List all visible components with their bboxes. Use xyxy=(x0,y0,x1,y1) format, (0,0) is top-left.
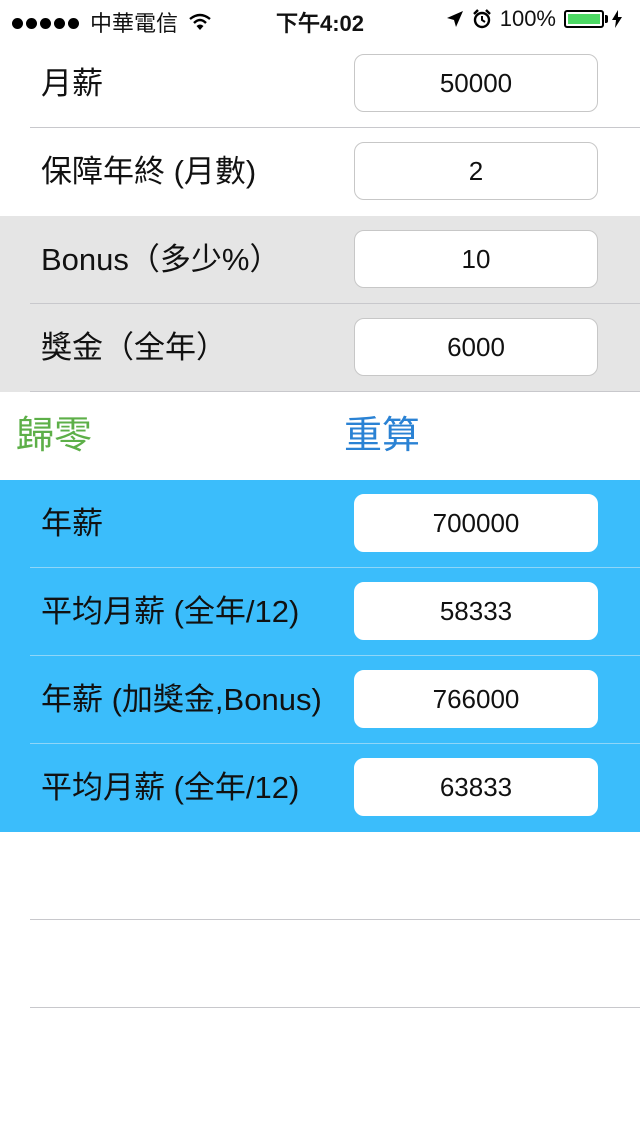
charging-bolt-icon xyxy=(612,10,622,28)
annual-bonus-label: 獎金（全年） xyxy=(41,330,227,365)
reset-button[interactable]: 歸零 xyxy=(16,392,92,480)
monthly-salary-label: 月薪 xyxy=(41,66,103,101)
annual-salary-value: 700000 xyxy=(354,494,598,552)
avg-monthly-salary-value: 58333 xyxy=(354,582,598,640)
result-row-avg-monthly-salary: 平均月薪 (全年/12) 58333 xyxy=(0,568,640,656)
battery-icon xyxy=(564,10,608,28)
recalculate-button[interactable]: 重算 xyxy=(344,392,420,480)
annual-salary-with-bonus-value: 766000 xyxy=(354,670,598,728)
bonus-percent-label: Bonus（多少%） xyxy=(41,242,281,277)
input-row-monthly-salary: 月薪 50000 xyxy=(0,40,640,128)
location-arrow-icon xyxy=(446,11,463,27)
avg-monthly-salary-with-bonus-value: 63833 xyxy=(354,758,598,816)
annual-bonus-input[interactable]: 6000 xyxy=(354,318,598,376)
monthly-salary-input[interactable]: 50000 xyxy=(354,54,598,112)
guaranteed-bonus-months-label: 保障年終 (月數) xyxy=(41,154,257,189)
guaranteed-bonus-months-input[interactable]: 2 xyxy=(354,142,598,200)
input-section-bonus: Bonus（多少%） 10 獎金（全年） 6000 xyxy=(0,216,640,392)
result-row-annual-salary-with-bonus: 年薪 (加獎金,Bonus) 766000 xyxy=(0,656,640,744)
input-section-top: 月薪 50000 保障年終 (月數) 2 xyxy=(0,40,640,216)
input-row-annual-bonus: 獎金（全年） 6000 xyxy=(0,304,640,392)
result-row-annual-salary: 年薪 700000 xyxy=(0,480,640,568)
status-bar: 中華電信 下午4:02 100% xyxy=(0,0,640,40)
input-row-bonus-percent: Bonus（多少%） 10 xyxy=(0,216,640,304)
results-section: 年薪 700000 平均月薪 (全年/12) 58333 年薪 (加獎金,Bon… xyxy=(0,480,640,832)
bonus-percent-input[interactable]: 10 xyxy=(354,230,598,288)
empty-row xyxy=(0,832,640,920)
row-divider xyxy=(30,1007,640,1008)
alarm-clock-icon xyxy=(472,9,491,29)
avg-monthly-salary-label: 平均月薪 (全年/12) xyxy=(41,594,300,629)
battery-percent: 100% xyxy=(499,6,556,31)
result-row-avg-monthly-salary-with-bonus: 平均月薪 (全年/12) 63833 xyxy=(0,744,640,832)
avg-monthly-salary-with-bonus-label: 平均月薪 (全年/12) xyxy=(41,770,300,805)
input-row-guaranteed-bonus-months: 保障年終 (月數) 2 xyxy=(0,128,640,216)
empty-row xyxy=(0,920,640,1008)
annual-salary-label: 年薪 xyxy=(41,506,103,541)
annual-salary-with-bonus-label: 年薪 (加獎金,Bonus) xyxy=(41,682,322,717)
action-bar: 歸零 重算 xyxy=(0,392,640,480)
status-right: 100% xyxy=(446,6,630,32)
